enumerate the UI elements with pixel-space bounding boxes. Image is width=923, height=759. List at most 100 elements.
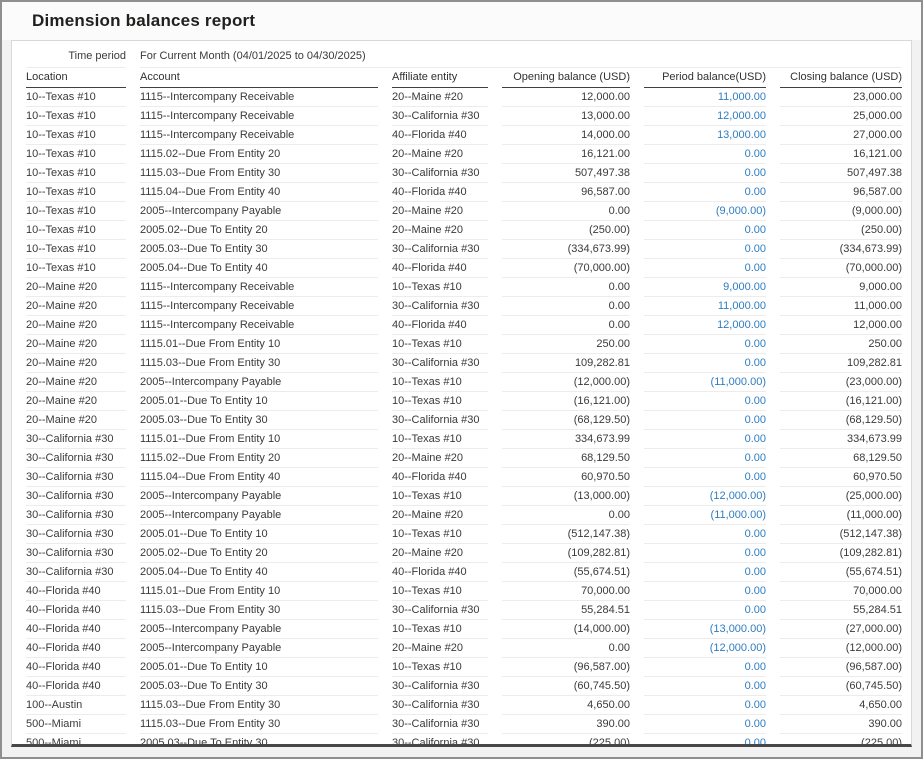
period-balance-link[interactable]: 0.00 bbox=[644, 183, 766, 202]
period-balance-link[interactable]: 0.00 bbox=[644, 715, 766, 734]
location-cell: 500--Miami bbox=[26, 734, 126, 747]
period-balance-link[interactable]: 0.00 bbox=[644, 145, 766, 164]
closing-balance-cell: 96,587.00 bbox=[780, 183, 902, 202]
table-row: 30--California #302005--Intercompany Pay… bbox=[26, 487, 902, 506]
affiliate-cell: 10--Texas #10 bbox=[392, 278, 488, 297]
period-balance-link[interactable]: 12,000.00 bbox=[644, 107, 766, 126]
period-balance-link[interactable]: 0.00 bbox=[644, 734, 766, 747]
table-row: 30--California #301115.02--Due From Enti… bbox=[26, 449, 902, 468]
closing-balance-cell: 16,121.00 bbox=[780, 145, 902, 164]
closing-balance-cell: 23,000.00 bbox=[780, 88, 902, 107]
account-cell: 1115.03--Due From Entity 30 bbox=[140, 601, 378, 620]
closing-balance-cell: 70,000.00 bbox=[780, 582, 902, 601]
period-balance-link[interactable]: 13,000.00 bbox=[644, 126, 766, 145]
account-cell: 2005.03--Due To Entity 30 bbox=[140, 411, 378, 430]
location-cell: 10--Texas #10 bbox=[26, 107, 126, 126]
report-window: Dimension balances report Time period Fo… bbox=[0, 0, 923, 759]
period-balance-link[interactable]: 0.00 bbox=[644, 525, 766, 544]
affiliate-cell: 10--Texas #10 bbox=[392, 430, 488, 449]
location-cell: 20--Maine #20 bbox=[26, 354, 126, 373]
account-cell: 1115--Intercompany Receivable bbox=[140, 297, 378, 316]
affiliate-cell: 10--Texas #10 bbox=[392, 620, 488, 639]
account-cell: 1115.02--Due From Entity 20 bbox=[140, 449, 378, 468]
affiliate-cell: 30--California #30 bbox=[392, 411, 488, 430]
table-row: 10--Texas #102005.02--Due To Entity 2020… bbox=[26, 221, 902, 240]
period-balance-link[interactable]: 11,000.00 bbox=[644, 88, 766, 107]
affiliate-cell: 30--California #30 bbox=[392, 164, 488, 183]
affiliate-cell: 30--California #30 bbox=[392, 354, 488, 373]
opening-balance-cell: 0.00 bbox=[502, 506, 630, 525]
period-balance-link[interactable]: 0.00 bbox=[644, 164, 766, 183]
affiliate-cell: 20--Maine #20 bbox=[392, 544, 488, 563]
closing-balance-cell: (225.00) bbox=[780, 734, 902, 747]
closing-balance-cell: (96,587.00) bbox=[780, 658, 902, 677]
period-balance-link[interactable]: 0.00 bbox=[644, 563, 766, 582]
affiliate-cell: 10--Texas #10 bbox=[392, 373, 488, 392]
location-cell: 20--Maine #20 bbox=[26, 411, 126, 430]
table-row: 20--Maine #201115.01--Due From Entity 10… bbox=[26, 335, 902, 354]
table-row: 30--California #301115.01--Due From Enti… bbox=[26, 430, 902, 449]
period-balance-link[interactable]: 0.00 bbox=[644, 259, 766, 278]
opening-balance-cell: 14,000.00 bbox=[502, 126, 630, 145]
opening-balance-cell: 507,497.38 bbox=[502, 164, 630, 183]
account-cell: 2005--Intercompany Payable bbox=[140, 373, 378, 392]
opening-balance-cell: (12,000.00) bbox=[502, 373, 630, 392]
period-balance-link[interactable]: 0.00 bbox=[644, 240, 766, 259]
opening-balance-cell: (334,673.99) bbox=[502, 240, 630, 259]
location-cell: 30--California #30 bbox=[26, 544, 126, 563]
period-balance-link[interactable]: 0.00 bbox=[644, 335, 766, 354]
period-balance-link[interactable]: 0.00 bbox=[644, 392, 766, 411]
period-balance-link[interactable]: 0.00 bbox=[644, 468, 766, 487]
period-balance-link[interactable]: 0.00 bbox=[644, 449, 766, 468]
opening-balance-cell: (68,129.50) bbox=[502, 411, 630, 430]
period-balance-link[interactable]: (11,000.00) bbox=[644, 373, 766, 392]
table-row: 30--California #302005.01--Due To Entity… bbox=[26, 525, 902, 544]
location-cell: 30--California #30 bbox=[26, 430, 126, 449]
opening-balance-cell: 70,000.00 bbox=[502, 582, 630, 601]
account-cell: 1115.03--Due From Entity 30 bbox=[140, 354, 378, 373]
period-balance-link[interactable]: 12,000.00 bbox=[644, 316, 766, 335]
location-cell: 10--Texas #10 bbox=[26, 202, 126, 221]
account-cell: 1115--Intercompany Receivable bbox=[140, 316, 378, 335]
closing-balance-cell: (250.00) bbox=[780, 221, 902, 240]
period-balance-link[interactable]: 0.00 bbox=[644, 582, 766, 601]
period-balance-link[interactable]: 0.00 bbox=[644, 658, 766, 677]
period-balance-link[interactable]: 0.00 bbox=[644, 677, 766, 696]
affiliate-cell: 10--Texas #10 bbox=[392, 487, 488, 506]
column-header-account: Account bbox=[140, 68, 378, 88]
location-cell: 30--California #30 bbox=[26, 487, 126, 506]
location-cell: 10--Texas #10 bbox=[26, 126, 126, 145]
period-balance-link[interactable]: 11,000.00 bbox=[644, 297, 766, 316]
column-header-opening-balance: Opening balance (USD) bbox=[502, 68, 630, 88]
closing-balance-cell: 250.00 bbox=[780, 335, 902, 354]
table-row: 20--Maine #20 1115.03--Due From Entity 30… bbox=[26, 354, 902, 373]
period-balance-link[interactable]: (12,000.00) bbox=[644, 487, 766, 506]
period-balance-link[interactable]: 0.00 bbox=[644, 544, 766, 563]
opening-balance-cell: (225.00) bbox=[502, 734, 630, 747]
period-balance-link[interactable]: 0.00 bbox=[644, 354, 766, 373]
closing-balance-cell: (109,282.81) bbox=[780, 544, 902, 563]
period-balance-link[interactable]: (9,000.00) bbox=[644, 202, 766, 221]
account-cell: 2005.03--Due To Entity 30 bbox=[140, 734, 378, 747]
closing-balance-cell: 25,000.00 bbox=[780, 107, 902, 126]
period-balance-link[interactable]: 0.00 bbox=[644, 411, 766, 430]
report-header: Dimension balances report bbox=[2, 2, 921, 40]
account-cell: 1115.01--Due From Entity 10 bbox=[140, 582, 378, 601]
period-balance-link[interactable]: (11,000.00) bbox=[644, 506, 766, 525]
affiliate-cell: 40--Florida #40 bbox=[392, 316, 488, 335]
period-balance-link[interactable]: 0.00 bbox=[644, 430, 766, 449]
opening-balance-cell: 390.00 bbox=[502, 715, 630, 734]
location-cell: 100--Austin bbox=[26, 696, 126, 715]
opening-balance-cell: 16,121.00 bbox=[502, 145, 630, 164]
account-cell: 1115.04--Due From Entity 40 bbox=[140, 183, 378, 202]
period-balance-link[interactable]: (12,000.00) bbox=[644, 639, 766, 658]
closing-balance-cell: 27,000.00 bbox=[780, 126, 902, 145]
period-balance-link[interactable]: 9,000.00 bbox=[644, 278, 766, 297]
period-balance-link[interactable]: (13,000.00) bbox=[644, 620, 766, 639]
period-balance-link[interactable]: 0.00 bbox=[644, 221, 766, 240]
period-balance-link[interactable]: 0.00 bbox=[644, 696, 766, 715]
opening-balance-cell: 0.00 bbox=[502, 639, 630, 658]
closing-balance-cell: 12,000.00 bbox=[780, 316, 902, 335]
closing-balance-cell: (512,147.38) bbox=[780, 525, 902, 544]
period-balance-link[interactable]: 0.00 bbox=[644, 601, 766, 620]
